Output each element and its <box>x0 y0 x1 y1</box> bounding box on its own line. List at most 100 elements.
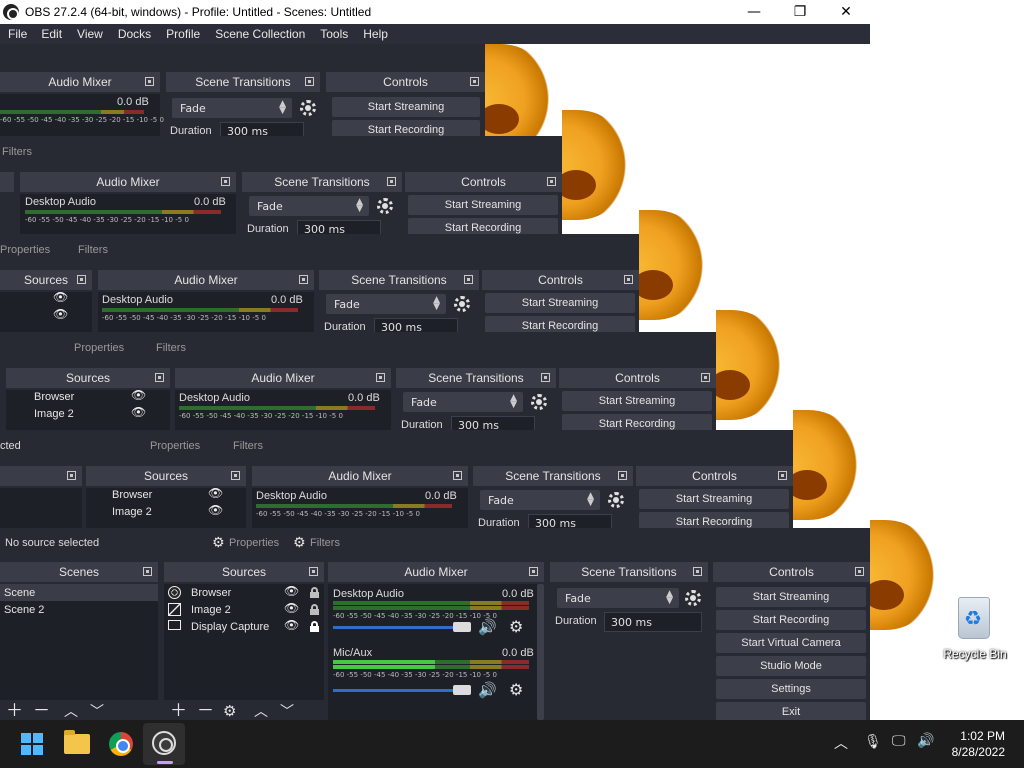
properties-gear-icon[interactable]: ⚙ <box>212 535 225 552</box>
mic-volume-slider[interactable] <box>333 689 463 692</box>
filters-button[interactable]: Filters <box>310 537 340 549</box>
taskbar-time[interactable]: 1:02 PM <box>940 729 1005 743</box>
desktop-volume-thumb[interactable] <box>453 622 471 632</box>
menu-edit[interactable]: Edit <box>41 27 62 41</box>
dock-float-icon[interactable] <box>67 471 76 480</box>
source-display-capture[interactable]: Display Capture <box>187 618 269 635</box>
dock-float-icon[interactable] <box>701 373 710 382</box>
dock-float-icon[interactable] <box>618 471 627 480</box>
transition-select[interactable]: Fade ▲ ▼ <box>480 490 600 510</box>
dock-float-icon[interactable] <box>305 77 314 86</box>
visibility-eye-icon[interactable]: 👁 <box>53 290 68 304</box>
visibility-eye-icon[interactable]: 👁 <box>53 307 68 321</box>
dock-float-icon[interactable] <box>855 567 864 576</box>
properties-button[interactable]: Properties <box>150 440 200 452</box>
visibility-eye-icon[interactable]: 👁 <box>208 503 223 517</box>
transition-select[interactable]: Fade ▲ ▼ <box>326 294 446 314</box>
menu-help[interactable]: Help <box>363 27 388 41</box>
dock-float-icon[interactable] <box>693 567 702 576</box>
remove-scene-icon[interactable]: － <box>33 703 50 720</box>
locked-icon[interactable] <box>310 621 319 632</box>
start-streaming-button[interactable]: Start Streaming <box>332 97 480 117</box>
recycle-bin-icon[interactable] <box>958 597 990 639</box>
duration-field[interactable]: 300 ms <box>451 416 535 430</box>
desktop-volume-slider[interactable] <box>333 626 463 629</box>
audio-mixer-scrollbar[interactable] <box>537 584 544 720</box>
dock-float-icon[interactable] <box>529 567 538 576</box>
menu-docks[interactable]: Docks <box>118 27 151 41</box>
source-browser[interactable]: Browser <box>187 584 231 601</box>
dock-float-icon[interactable] <box>221 177 230 186</box>
obs-icon[interactable] <box>152 731 176 755</box>
move-up-icon[interactable]: ︿ <box>254 704 268 720</box>
dock-float-icon[interactable] <box>145 77 154 86</box>
recycle-bin-label[interactable]: Recycle Bin <box>940 647 1010 661</box>
start-recording-button[interactable]: Start Recording <box>639 512 789 528</box>
studio-mode-button[interactable]: Studio Mode <box>716 656 866 676</box>
dock-float-icon[interactable] <box>470 77 479 86</box>
move-up-icon[interactable]: ︿ <box>64 704 78 720</box>
remove-source-icon[interactable]: － <box>197 703 214 720</box>
dock-float-icon[interactable] <box>309 567 318 576</box>
dock-float-icon[interactable] <box>624 275 633 284</box>
filters-button[interactable]: Filters <box>156 342 186 354</box>
maximize-button[interactable]: ❐ <box>777 0 823 24</box>
filters-button[interactable]: Filters <box>233 440 263 452</box>
mic-volume-thumb[interactable] <box>453 685 471 695</box>
exit-button[interactable]: Exit <box>716 702 866 720</box>
microphone-icon[interactable]: 🎙 <box>864 734 882 750</box>
menu-profile[interactable]: Profile <box>166 27 200 41</box>
lock-icon[interactable] <box>310 587 319 598</box>
duration-field[interactable]: 300 ms <box>297 220 381 234</box>
source-image-2[interactable]: Image 2 <box>108 503 152 520</box>
properties-button[interactable]: Properties <box>74 342 124 354</box>
dock-float-icon[interactable] <box>778 471 787 480</box>
source-browser[interactable]: Browser <box>108 486 152 503</box>
start-recording-button[interactable]: Start Recording <box>716 610 866 630</box>
filters-icon[interactable]: ⚙ <box>293 535 306 552</box>
dock-float-icon[interactable] <box>387 177 396 186</box>
visibility-eye-icon[interactable]: 👁 <box>131 405 146 419</box>
visibility-eye-icon[interactable]: 👁 <box>131 388 146 402</box>
source-browser[interactable]: Browser <box>30 388 74 405</box>
transition-select[interactable]: Fade ▲ ▼ <box>249 196 369 216</box>
minimize-button[interactable]: — <box>731 0 777 24</box>
properties-button[interactable]: Properties <box>229 537 279 549</box>
file-explorer-icon[interactable] <box>64 730 90 754</box>
menu-file[interactable]: File <box>8 27 27 41</box>
volume-icon[interactable]: 🔊 <box>917 733 934 749</box>
settings-button[interactable]: Settings <box>716 679 866 699</box>
move-down-icon[interactable]: ﹀ <box>280 704 294 720</box>
transition-settings-icon[interactable] <box>608 492 624 508</box>
dock-float-icon[interactable] <box>299 275 308 284</box>
properties-button[interactable]: Properties <box>0 244 50 256</box>
speaker-icon[interactable]: 🔊 <box>478 618 500 636</box>
start-streaming-button[interactable]: Start Streaming <box>408 195 558 215</box>
visibility-eye-icon[interactable]: 👁 <box>284 601 299 615</box>
dock-float-icon[interactable] <box>547 177 556 186</box>
start-streaming-button[interactable]: Start Streaming <box>562 391 712 411</box>
source-image-2[interactable]: Image 2 <box>30 405 74 422</box>
duration-field[interactable]: 300 ms <box>528 514 612 528</box>
move-down-icon[interactable]: ﹀ <box>90 704 104 720</box>
menu-scene-collection[interactable]: Scene Collection <box>215 27 305 41</box>
transition-settings-icon[interactable] <box>531 394 547 410</box>
transition-select[interactable]: Fade ▲ ▼ <box>403 392 523 412</box>
filters-button[interactable]: Filters <box>78 244 108 256</box>
start-streaming-button[interactable]: Start Streaming <box>639 489 789 509</box>
lock-icon[interactable] <box>310 604 319 615</box>
windows-start-icon[interactable] <box>21 733 43 755</box>
scene-item[interactable]: Scene <box>0 584 158 601</box>
source-properties-icon[interactable]: ⚙ <box>223 703 236 720</box>
filters-button[interactable]: Filters <box>2 146 32 158</box>
dock-float-icon[interactable] <box>541 373 550 382</box>
duration-field[interactable]: 300 ms <box>604 612 702 632</box>
show-hidden-icons-chevron-icon[interactable]: ︿ <box>834 733 848 753</box>
start-recording-button[interactable]: Start Recording <box>562 414 712 430</box>
transition-settings-icon[interactable] <box>454 296 470 312</box>
transition-settings-icon[interactable] <box>300 100 316 116</box>
close-button[interactable]: ✕ <box>823 0 869 24</box>
duration-field[interactable]: 300 ms <box>220 122 304 136</box>
start-recording-button[interactable]: Start Recording <box>408 218 558 234</box>
dock-float-icon[interactable] <box>453 471 462 480</box>
